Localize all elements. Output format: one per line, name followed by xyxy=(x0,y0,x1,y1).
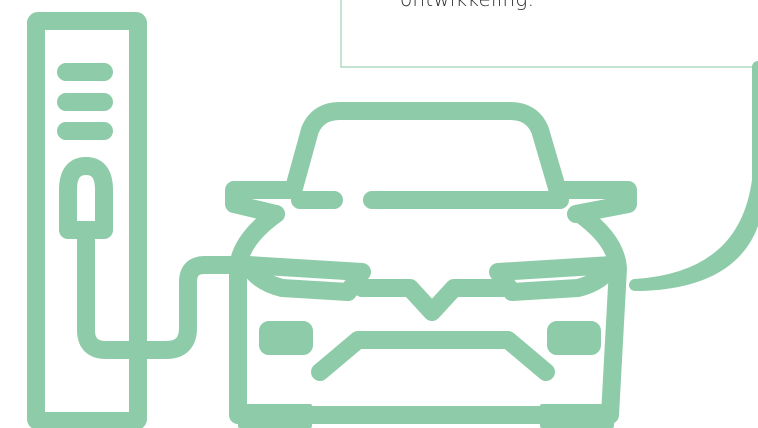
charging-cable xyxy=(77,223,241,359)
charger-plug xyxy=(59,157,113,239)
ev-charging-illustration xyxy=(27,0,758,428)
text-box-tail-inner xyxy=(629,174,758,291)
text-box-tail xyxy=(634,61,758,291)
vent-right xyxy=(547,321,601,355)
car-roof xyxy=(285,102,566,197)
text-box-caption: ontwikkeling. xyxy=(400,0,534,11)
car-bumper xyxy=(311,331,555,381)
charging-station-icon xyxy=(27,12,241,428)
vent-left xyxy=(259,321,313,355)
car-mirror-right xyxy=(551,181,637,223)
wheel-left xyxy=(238,404,312,428)
car-icon xyxy=(225,102,637,424)
headlight-left xyxy=(239,256,371,301)
wheel-right xyxy=(540,404,614,428)
headlight-right xyxy=(489,256,621,301)
car-grille xyxy=(353,279,511,321)
